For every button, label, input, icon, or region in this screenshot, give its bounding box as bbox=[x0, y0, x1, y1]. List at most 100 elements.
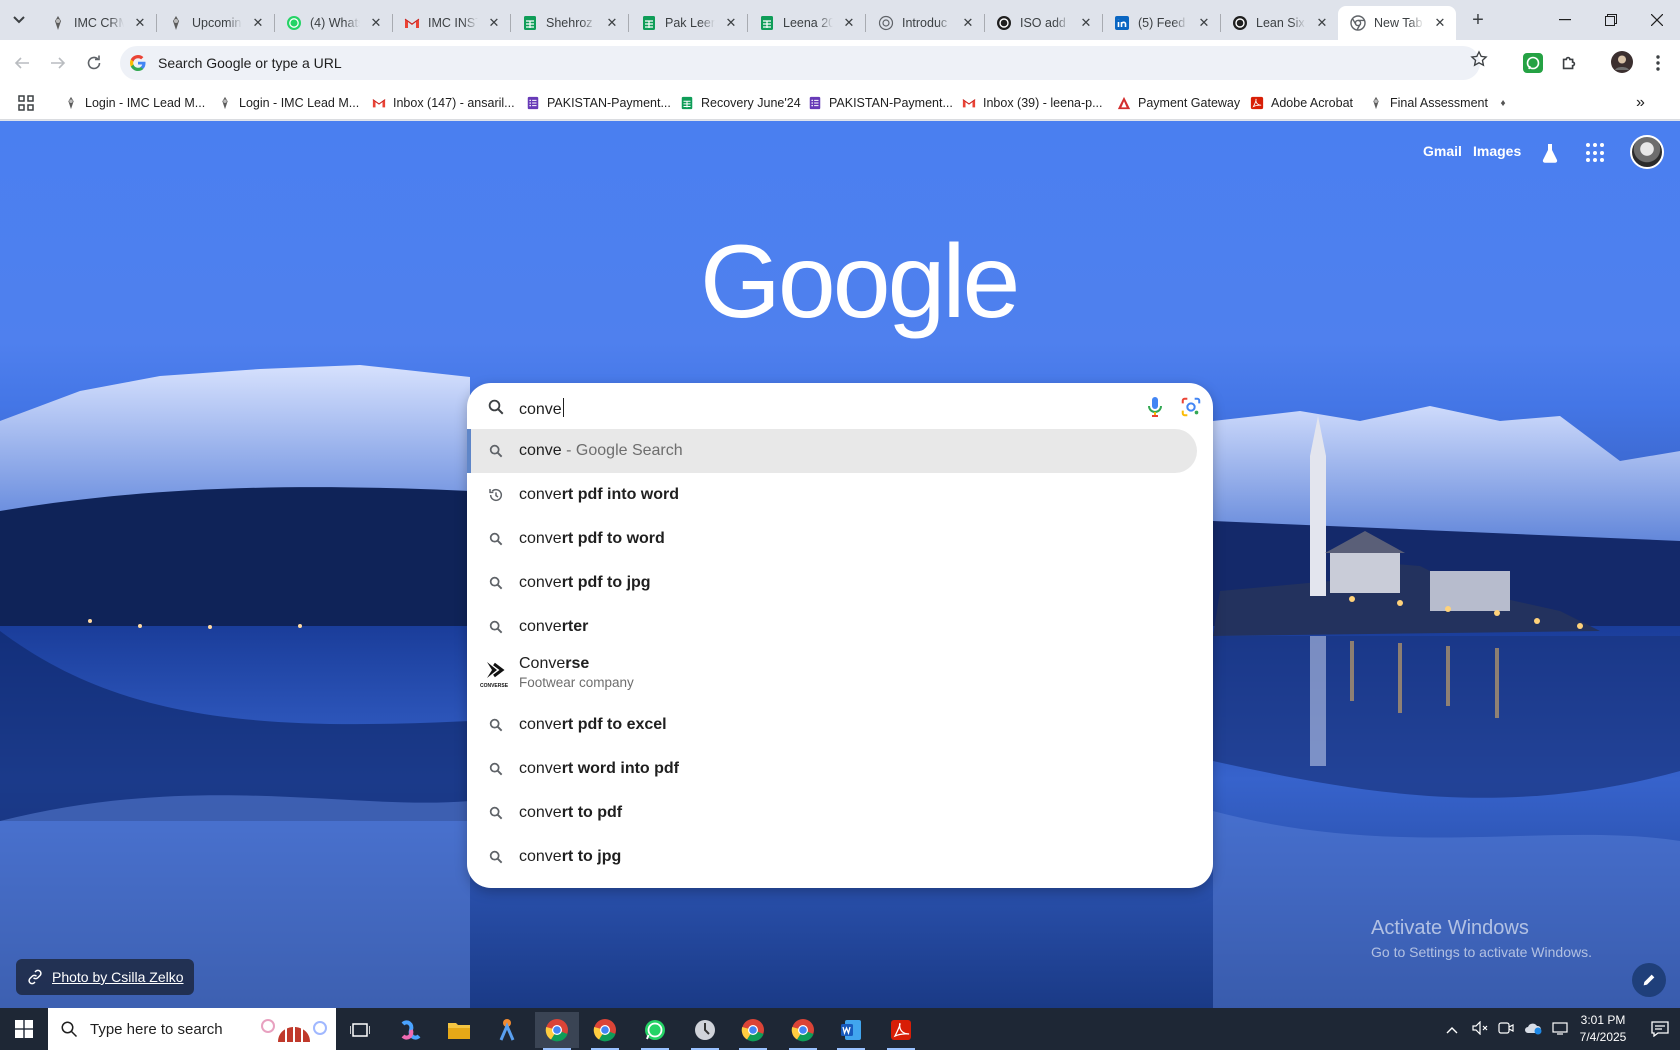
taskbar-file-explorer[interactable] bbox=[437, 1012, 481, 1048]
photo-credit[interactable]: Photo by Csilla Zelko bbox=[16, 959, 194, 995]
taskbar-chrome-1[interactable] bbox=[535, 1012, 579, 1050]
customize-chrome-button[interactable] bbox=[1632, 963, 1666, 997]
bookmark-item[interactable]: Adobe Acrobat bbox=[1250, 93, 1353, 113]
notification-center-button[interactable] bbox=[1640, 1008, 1680, 1050]
tab-close-icon[interactable]: ✕ bbox=[604, 15, 620, 31]
chrome-menu-button[interactable] bbox=[1647, 52, 1669, 74]
taskbar-whatsapp[interactable] bbox=[633, 1012, 677, 1050]
bookmark-label: Login - IMC Lead M... bbox=[239, 96, 360, 110]
minimize-button[interactable] bbox=[1542, 0, 1588, 40]
images-link[interactable]: Images bbox=[1473, 143, 1521, 159]
taskbar-chrome-4[interactable] bbox=[781, 1012, 825, 1050]
tab-close-icon[interactable]: ✕ bbox=[1196, 15, 1212, 31]
onedrive-icon[interactable] bbox=[1524, 1021, 1542, 1038]
new-tab-button[interactable]: + bbox=[1464, 8, 1492, 32]
tab-close-icon[interactable]: ✕ bbox=[486, 15, 502, 31]
speaker-muted-icon[interactable] bbox=[1472, 1020, 1488, 1038]
taskbar-acrobat[interactable] bbox=[879, 1012, 923, 1050]
tab-search-button[interactable] bbox=[6, 8, 32, 32]
tab-item[interactable]: ISO add ✕ bbox=[984, 6, 1102, 40]
restore-button[interactable] bbox=[1588, 0, 1634, 40]
search-icon bbox=[488, 761, 504, 777]
bookmark-item[interactable]: Login - IMC Lead M... bbox=[64, 93, 205, 113]
tab-close-icon[interactable]: ✕ bbox=[1078, 15, 1094, 31]
suggestion-item[interactable]: convert word into pdf bbox=[467, 747, 1197, 791]
photo-credit-link[interactable]: Photo by Csilla Zelko bbox=[52, 969, 184, 985]
task-view-button[interactable] bbox=[338, 1012, 382, 1048]
taskbar-app-clock[interactable] bbox=[683, 1012, 727, 1050]
taskbar-clock[interactable]: 3:01 PM 7/4/2025 bbox=[1566, 1012, 1640, 1046]
suggestion-item[interactable]: convert to jpg bbox=[467, 835, 1197, 879]
forms-icon bbox=[526, 96, 540, 110]
taskbar-word[interactable] bbox=[829, 1012, 873, 1050]
tab-close-icon[interactable]: ✕ bbox=[132, 15, 148, 31]
tab-close-icon[interactable]: ✕ bbox=[1432, 15, 1448, 31]
suggestion-typed-part: conve bbox=[519, 618, 562, 635]
bookmark-item[interactable]: PAKISTAN-Payment... bbox=[526, 93, 671, 113]
bookmark-item[interactable]: Inbox (39) - leena-p... bbox=[962, 93, 1103, 113]
search-labs-icon[interactable] bbox=[1538, 141, 1562, 165]
bookmark-item[interactable]: PAKISTAN-Payment... bbox=[808, 93, 953, 113]
tab-item[interactable]: Shehroz ✕ bbox=[510, 6, 628, 40]
back-button[interactable] bbox=[8, 49, 36, 77]
taskbar-chrome-2[interactable] bbox=[583, 1012, 627, 1050]
microphone-icon[interactable] bbox=[1143, 395, 1167, 419]
account-avatar[interactable] bbox=[1630, 135, 1664, 169]
suggestion-item[interactable]: converter bbox=[467, 605, 1197, 649]
tab-item[interactable]: Leena 20 ✕ bbox=[747, 6, 865, 40]
tab-item[interactable]: IMC CRM ✕ bbox=[38, 6, 156, 40]
bookmark-item[interactable]: Payment Gateway bbox=[1117, 93, 1240, 113]
reload-button[interactable] bbox=[80, 49, 108, 77]
arrow-left-icon bbox=[14, 57, 29, 69]
tab-close-icon[interactable]: ✕ bbox=[368, 15, 384, 31]
tab-item[interactable]: Lean Six ✕ bbox=[1220, 6, 1338, 40]
suggestion-item[interactable]: conve - Google Search bbox=[467, 429, 1197, 473]
suggestion-item[interactable]: convert pdf into word bbox=[467, 473, 1197, 517]
bookmark-item[interactable]: Login - IMC Lead M... bbox=[218, 93, 359, 113]
suggestion-completion: rt pdf into word bbox=[561, 486, 680, 503]
taskbar-chrome-3[interactable] bbox=[731, 1012, 775, 1050]
tab-close-icon[interactable]: ✕ bbox=[723, 15, 739, 31]
bookmark-item[interactable]: Inbox (147) - ansaril... bbox=[372, 93, 515, 113]
tab-close-icon[interactable]: ✕ bbox=[1314, 15, 1330, 31]
tab-close-icon[interactable]: ✕ bbox=[250, 15, 266, 31]
tab-item[interactable]: Pak Leen ✕ bbox=[629, 6, 747, 40]
tab-close-icon[interactable]: ✕ bbox=[960, 15, 976, 31]
google-apps-icon[interactable] bbox=[1586, 143, 1606, 163]
imc-logo-icon: ♦ bbox=[1500, 97, 1506, 109]
address-bar[interactable]: Search Google or type a URL bbox=[120, 46, 1480, 80]
forward-button[interactable] bbox=[44, 49, 72, 77]
suggestion-typed-part: conve bbox=[519, 760, 562, 777]
suggestion-item[interactable]: convert to pdf bbox=[467, 791, 1197, 835]
tab-close-icon[interactable]: ✕ bbox=[841, 15, 857, 31]
suggestion-entity[interactable]: CONVERSE Converse Footwear company bbox=[467, 649, 1197, 703]
tab-item[interactable]: (4) WhatsApp ✕ bbox=[274, 6, 392, 40]
taskbar-search[interactable]: Type here to search bbox=[48, 1008, 336, 1050]
profile-button[interactable] bbox=[1610, 50, 1634, 74]
taskbar-app-pinned[interactable] bbox=[485, 1012, 529, 1048]
apps-shortcut[interactable] bbox=[18, 93, 34, 113]
search-input[interactable]: conve bbox=[519, 398, 1079, 419]
suggestion-item[interactable]: convert pdf to excel bbox=[467, 703, 1197, 747]
gmail-link[interactable]: Gmail bbox=[1423, 143, 1462, 159]
close-window-button[interactable] bbox=[1634, 0, 1680, 40]
tab-item[interactable]: (5) Feed ✕ bbox=[1102, 6, 1220, 40]
suggestion-item[interactable]: convert pdf to jpg bbox=[467, 561, 1197, 605]
suggestion-item[interactable]: convert pdf to word bbox=[467, 517, 1197, 561]
tab-item[interactable]: IMC INST ✕ bbox=[392, 6, 510, 40]
taskbar-copilot[interactable] bbox=[389, 1012, 433, 1048]
tray-expand-icon[interactable] bbox=[1446, 1022, 1458, 1037]
tab-new-tab[interactable]: New Tab ✕ bbox=[1338, 6, 1456, 40]
tab-item[interactable]: Upcoming ✕ bbox=[156, 6, 274, 40]
meet-now-icon[interactable] bbox=[1498, 1021, 1514, 1038]
tab-item[interactable]: Introduc ✕ bbox=[866, 6, 984, 40]
bookmark-extra[interactable]: ♦ bbox=[1496, 93, 1510, 113]
more-bookmarks-button[interactable]: » bbox=[1636, 93, 1645, 113]
bookmark-item[interactable]: Recovery June'24 bbox=[680, 93, 801, 113]
extension-whatsapp-button[interactable] bbox=[1522, 52, 1544, 74]
extensions-button[interactable] bbox=[1558, 52, 1580, 74]
bookmark-star-button[interactable] bbox=[1470, 50, 1488, 73]
bookmark-item[interactable]: Final Assessment bbox=[1369, 93, 1488, 113]
google-lens-icon[interactable] bbox=[1180, 396, 1202, 418]
start-button[interactable] bbox=[0, 1008, 48, 1050]
